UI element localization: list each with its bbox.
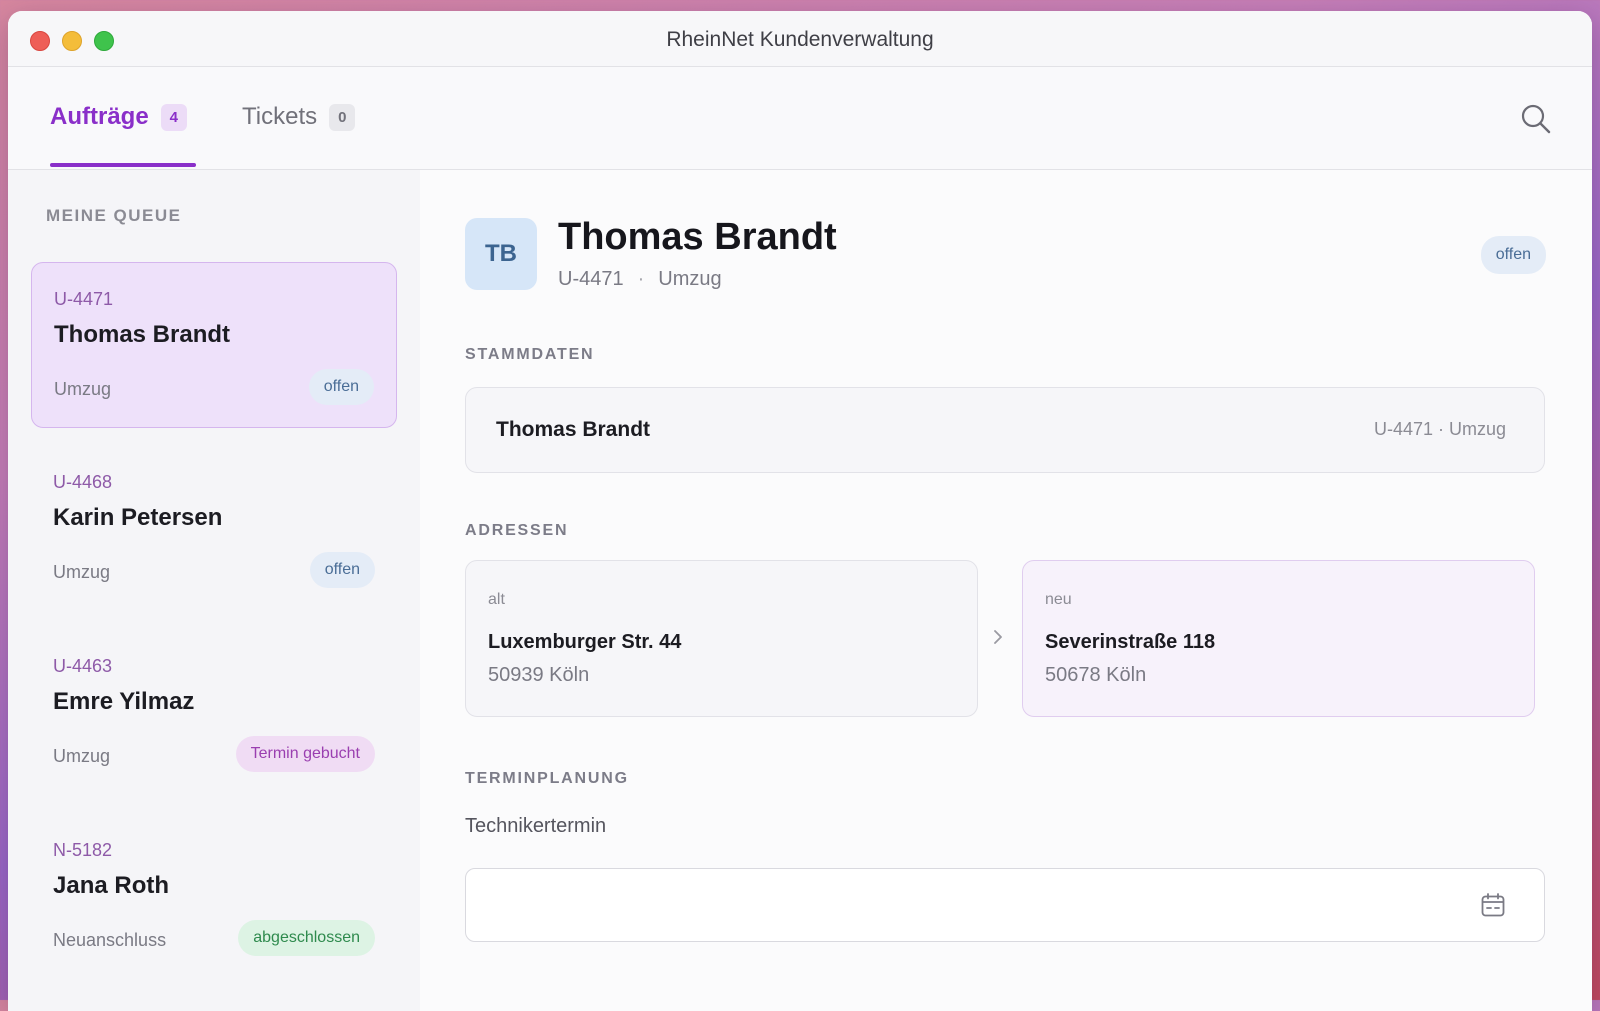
new-address-city: 50678 Köln [1045, 664, 1147, 686]
queue-heading: MEINE QUEUE [46, 206, 182, 225]
queue-item[interactable]: U-4471 Thomas Brandt Umzug offen [31, 262, 397, 428]
new-address-card: neu Severinstraße 118 50678 Köln [1022, 560, 1535, 717]
queue-item-name: Thomas Brandt [54, 321, 231, 348]
old-address-city: 50939 Köln [488, 664, 590, 686]
queue-item-id: U-4463 [53, 656, 113, 676]
stammdaten-meta: U-4471 · Umzug [1373, 419, 1506, 439]
old-address-label: alt [488, 591, 505, 608]
chevron-right-icon [994, 630, 1002, 644]
queue-item-name: Karin Petersen [53, 504, 223, 531]
window-title: RheinNet Kundenverwaltung [666, 28, 934, 51]
new-address-street: Severinstraße 118 [1045, 631, 1216, 653]
tab-auftraege[interactable]: Aufträge 4 [50, 103, 188, 131]
status-badge: offen [308, 369, 374, 405]
queue-item-name: Jana Roth [53, 872, 170, 899]
detail-panel: TB Thomas Brandt U-4471 · Umzug offen STAM… [420, 170, 1592, 1011]
technikertermin-input[interactable] [465, 868, 1545, 942]
old-address-card: alt Luxemburger Str. 44 50939 Köln [465, 560, 978, 717]
queue-item-id: U-4471 [54, 289, 114, 309]
customer-name: Thomas Brandt [558, 216, 837, 258]
subtitle-separator: · [637, 268, 645, 290]
search-icon [1521, 104, 1551, 134]
app-window: RheinNet Kundenverwaltung Aufträge 4 Tic… [8, 11, 1592, 1011]
queue-item-id: N-5182 [53, 840, 113, 860]
section-heading-stammdaten: STAMMDATEN [465, 346, 595, 363]
new-address-label: neu [1045, 591, 1072, 608]
queue-item[interactable]: N-5182 Jana Roth Neuanschluss abgeschlos… [31, 814, 397, 980]
tab-auftraege-count-badge: 4 [160, 103, 188, 131]
tab-auftraege-label: Aufträge [50, 103, 149, 130]
old-address-street: Luxemburger Str. 44 [488, 631, 682, 653]
queue-item-type: Umzug [53, 562, 111, 582]
queue-item-type: Neuanschluss [53, 930, 167, 950]
avatar: TB [465, 218, 537, 290]
section-heading-terminplanung: TERMINPLANUNG [465, 770, 629, 787]
customer-order-type: Umzug [658, 268, 722, 290]
tab-tickets[interactable]: Tickets 0 [242, 103, 356, 131]
customer-id: U-4471 [558, 268, 624, 290]
section-heading-adressen: ADRESSEN [465, 522, 569, 539]
stammdaten-card: Thomas Brandt U-4471 · Umzug [465, 387, 1545, 473]
queue-sidebar: MEINE QUEUE U-4471 Thomas Brandt Umzug o… [8, 170, 421, 1011]
title-bar: RheinNet Kundenverwaltung [8, 11, 1592, 67]
stammdaten-name: Thomas Brandt [496, 418, 651, 441]
tab-bar: Aufträge 4 Tickets 0 [8, 67, 1592, 170]
status-badge: abgeschlossen [238, 920, 375, 956]
status-badge: offen [309, 552, 375, 588]
queue-item-type: Umzug [53, 746, 111, 766]
status-badge: Termin gebucht [235, 736, 375, 772]
technikertermin-label: Technikertermin [465, 815, 607, 837]
customer-subtitle: U-4471 · Umzug [558, 268, 722, 291]
queue-item[interactable]: U-4463 Emre Yilmaz Umzug Termin gebucht [31, 630, 397, 796]
status-badge: offen [1480, 236, 1546, 274]
active-tab-indicator [50, 163, 196, 167]
queue-item-type: Umzug [54, 379, 112, 399]
tab-tickets-count-badge: 0 [329, 103, 356, 131]
calendar-icon[interactable] [1480, 892, 1506, 918]
queue-item-name: Emre Yilmaz [53, 688, 195, 715]
queue-item-id: U-4468 [53, 472, 113, 492]
tab-tickets-label: Tickets [242, 103, 318, 130]
search-button[interactable] [1518, 101, 1554, 137]
queue-item[interactable]: U-4468 Karin Petersen Umzug offen [31, 446, 397, 612]
